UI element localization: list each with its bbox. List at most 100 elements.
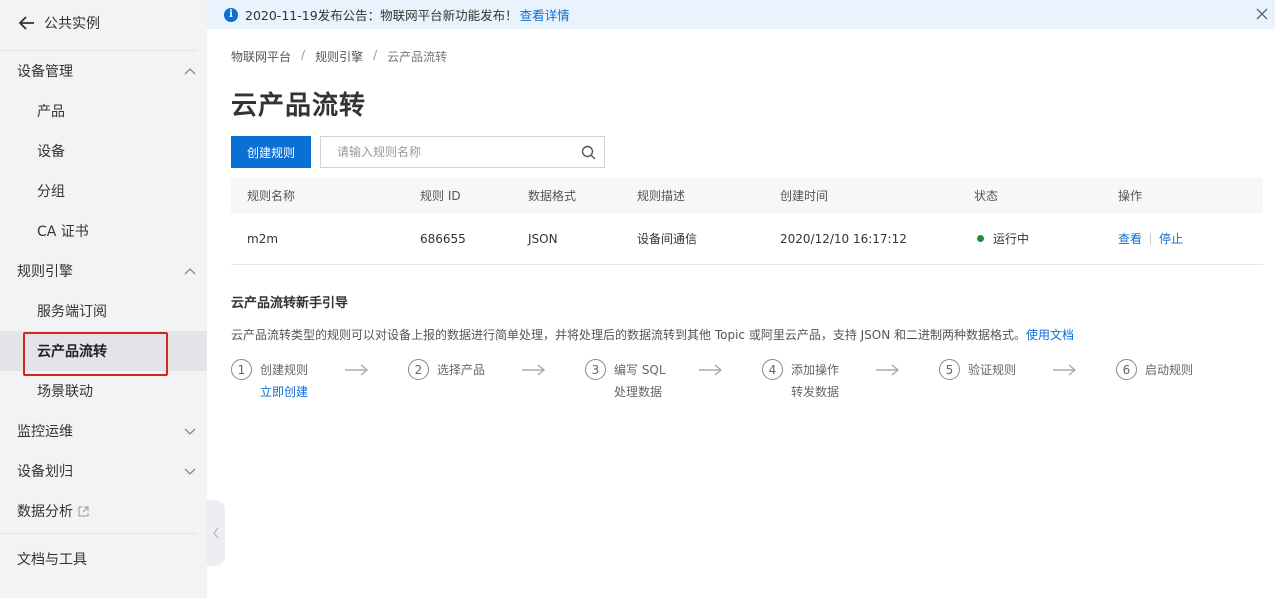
guide-step-5: 5 验证规则: [939, 359, 1016, 381]
rule-id-cell: 686655: [420, 231, 466, 246]
external-link-icon: [78, 506, 89, 516]
sidebar-item-label: 服务端订阅: [37, 304, 107, 320]
column-header: 规则名称: [247, 189, 296, 203]
sidebar-group-label: 监控运维: [17, 424, 73, 440]
chevron-down-icon: [184, 428, 196, 435]
chevron-down-icon: [184, 468, 196, 475]
sidebar-group-device-management[interactable]: 设备管理: [0, 51, 207, 91]
guide-step-6: 6 启动规则: [1116, 359, 1193, 381]
announcement-text: 2020-11-19发布公告：物联网平台新功能发布！: [245, 8, 518, 23]
guide-step-4: 4 添加操作转发数据: [762, 359, 839, 403]
view-rule-link[interactable]: 查看: [1118, 230, 1142, 247]
sidebar-item-label: 产品: [37, 104, 65, 120]
column-header: 规则描述: [637, 189, 686, 203]
sidebar-group-label: 数据分析: [17, 504, 73, 520]
status-text: 运行中: [993, 232, 1030, 246]
breadcrumb-separator: /: [301, 48, 306, 62]
step-number: 6: [1116, 359, 1137, 380]
sidebar-item-ca-cert[interactable]: CA 证书: [0, 211, 207, 251]
back-label: 公共实例: [44, 16, 100, 32]
docs-link[interactable]: 使用文档: [1026, 328, 1074, 342]
back-to-instances-link[interactable]: 公共实例: [0, 0, 207, 46]
sidebar-group-label: 设备划归: [17, 464, 73, 480]
column-header: 创建时间: [780, 189, 829, 203]
sidebar-item-label: 场景联动: [37, 384, 93, 400]
step-label: 选择产品: [437, 363, 486, 377]
create-rule-button[interactable]: 创建规则: [231, 136, 312, 168]
status-running-dot: [977, 235, 984, 242]
step-label: 创建规则: [260, 363, 309, 377]
arrow-right-icon: [522, 364, 546, 376]
sidebar: 公共实例 设备管理 产品 设备 分组 CA 证书 规则引擎 服务端订阅 云产品流…: [0, 0, 207, 598]
rule-description-cell: 设备间通信: [637, 232, 698, 246]
main-content: 物联网平台 / 规则引擎 / 云产品流转 云产品流转 创建规则 规则名称 规则 …: [231, 29, 1263, 409]
breadcrumb-item[interactable]: 物联网平台: [231, 48, 291, 65]
info-icon: i: [224, 7, 238, 22]
column-header: 规则 ID: [420, 189, 461, 203]
sidebar-item-data-forwarding[interactable]: 云产品流转: [0, 331, 207, 376]
sidebar-item-label: CA 证书: [37, 224, 89, 240]
sidebar-group-label: 设备管理: [17, 64, 73, 80]
page-title: 云产品流转: [231, 91, 367, 121]
step-label: 启动规则: [1145, 363, 1194, 377]
sidebar-group-rule-engine[interactable]: 规则引擎: [0, 251, 207, 291]
breadcrumb-separator: /: [373, 48, 378, 62]
close-icon[interactable]: [1255, 7, 1269, 21]
arrow-right-icon: [345, 364, 369, 376]
step-label: 验证规则: [968, 363, 1017, 377]
status-cell: 运行中: [974, 230, 1118, 247]
create-now-link[interactable]: 立即创建: [260, 381, 308, 403]
sidebar-item-docs-tools[interactable]: 文档与工具: [0, 534, 207, 584]
chevron-left-icon: [213, 527, 219, 539]
search-input[interactable]: [337, 145, 558, 159]
guide-description: 云产品流转类型的规则可以对设备上报的数据进行简单处理，并将处理后的数据流转到其他…: [231, 326, 1263, 343]
announcement-bar: i 2020-11-19发布公告：物联网平台新功能发布！ 查看详情: [207, 0, 1275, 29]
sidebar-item-label: 设备: [37, 144, 65, 160]
sidebar-item-server-subscription[interactable]: 服务端订阅: [0, 291, 207, 331]
step-number: 3: [585, 359, 606, 380]
guide-step-1: 1 创建规则立即创建: [231, 359, 308, 403]
step-number: 2: [408, 359, 429, 380]
sidebar-collapse-handle[interactable]: [207, 500, 225, 566]
step-number: 4: [762, 359, 783, 380]
sidebar-item-label: 云产品流转: [37, 344, 107, 360]
created-time-cell: 2020/12/10 16:17:12: [780, 231, 907, 246]
sidebar-group-monitoring[interactable]: 监控运维: [0, 411, 207, 451]
breadcrumb-item[interactable]: 规则引擎: [315, 48, 363, 65]
step-sublabel: 处理数据: [614, 385, 663, 399]
step-label: 添加操作: [791, 363, 840, 377]
data-format-cell: JSON: [528, 231, 558, 246]
breadcrumb-current: 云产品流转: [387, 50, 448, 64]
step-number: 5: [939, 359, 960, 380]
actions-cell: 查看 停止: [1118, 230, 1263, 247]
guide-title: 云产品流转新手引导: [231, 296, 349, 311]
column-header: 操作: [1118, 189, 1143, 203]
sidebar-item-scene-linkage[interactable]: 场景联动: [0, 371, 207, 411]
sidebar-item-group[interactable]: 分组: [0, 171, 207, 211]
chevron-up-icon: [184, 68, 196, 75]
stop-rule-link[interactable]: 停止: [1159, 230, 1183, 247]
guide-step-2: 2 选择产品: [408, 359, 485, 381]
step-label: 编写 SQL: [614, 363, 666, 377]
sidebar-item-product[interactable]: 产品: [0, 91, 207, 131]
chevron-up-icon: [184, 268, 196, 275]
arrow-right-icon: [699, 364, 723, 376]
step-sublabel: 转发数据: [791, 385, 840, 399]
guide-description-text: 云产品流转类型的规则可以对设备上报的数据进行简单处理，并将处理后的数据流转到其他…: [231, 328, 1027, 342]
sidebar-group-device-assignment[interactable]: 设备划归: [0, 451, 207, 491]
search-box: [320, 136, 606, 168]
column-header: 数据格式: [528, 189, 577, 203]
sidebar-item-device[interactable]: 设备: [0, 131, 207, 171]
action-separator: [1150, 232, 1152, 245]
guide-step-3: 3 编写 SQL 处理数据: [585, 359, 666, 403]
announcement-details-link[interactable]: 查看详情: [520, 5, 570, 24]
sidebar-item-data-analysis[interactable]: 数据分析: [0, 491, 207, 531]
step-number: 1: [231, 359, 252, 380]
column-header: 状态: [974, 189, 999, 203]
arrow-right-icon: [876, 364, 900, 376]
search-icon[interactable]: [581, 145, 596, 160]
sidebar-item-label: 分组: [37, 184, 65, 200]
table-row: m2m 686655 JSON 设备间通信 2020/12/10 16:17:1…: [231, 213, 1263, 265]
arrow-left-icon: [18, 16, 34, 30]
toolbar: 创建规则: [231, 136, 1263, 168]
